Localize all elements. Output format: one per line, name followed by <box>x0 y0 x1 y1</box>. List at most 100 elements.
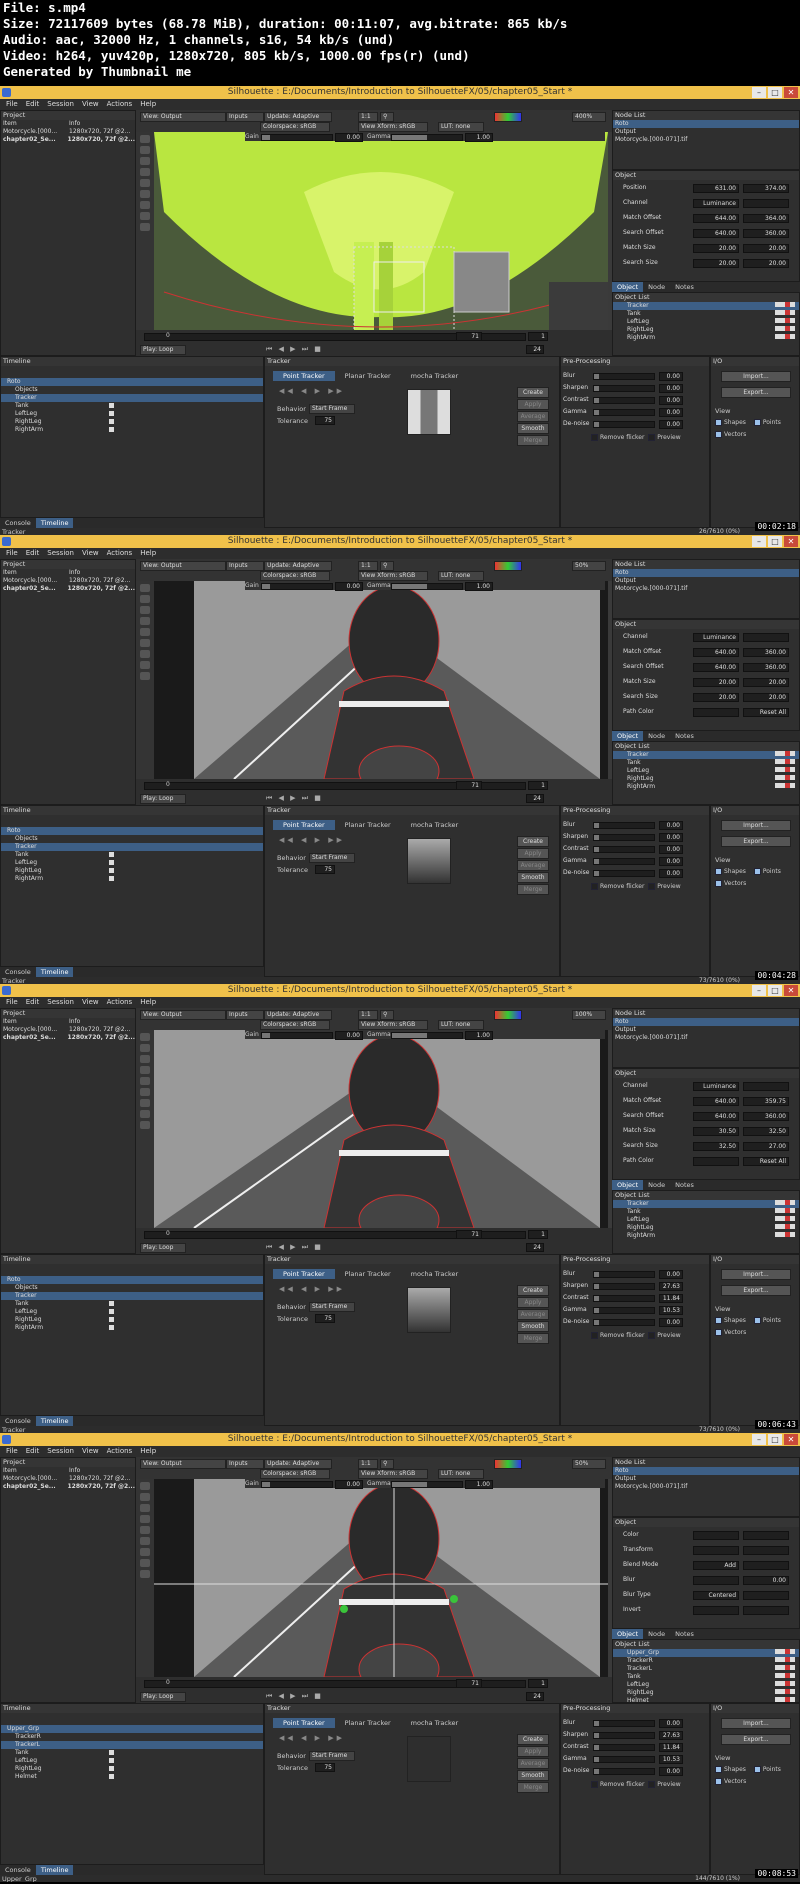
timeline-row[interactable]: Objects <box>1 835 263 843</box>
tab-object[interactable]: Object <box>612 1629 644 1639</box>
timeline-row[interactable]: TrackerL <box>1 1741 263 1749</box>
timeline-row[interactable]: Roto <box>1 378 263 386</box>
tab-object[interactable]: Object <box>612 731 644 741</box>
menu-edit[interactable]: Edit <box>26 997 40 1008</box>
ratio-select[interactable]: 1:1 <box>358 1459 378 1469</box>
transform-tool-icon[interactable] <box>140 1044 150 1052</box>
prep-value[interactable]: 0.00 <box>659 845 683 854</box>
tracker-tool-icon[interactable] <box>140 1570 150 1578</box>
shapes-checkbox[interactable] <box>715 419 722 426</box>
gain-value[interactable]: 0.00 <box>335 133 363 142</box>
timeline-row[interactable]: RightLeg <box>1 867 263 875</box>
paint-tool-icon[interactable] <box>140 661 150 669</box>
tab-console[interactable]: Console <box>0 1416 36 1426</box>
timeline-row[interactable]: Objects <box>1 386 263 394</box>
create-button[interactable]: Create <box>517 387 549 398</box>
property-value-b[interactable]: 32.50 <box>743 1127 789 1136</box>
points-checkbox[interactable] <box>753 1766 761 1773</box>
inputs-select[interactable]: Inputs <box>226 112 264 122</box>
list-item[interactable]: chapter02_Se... 1280x720, 72f @2... <box>1 1034 135 1042</box>
property-value-a[interactable]: Luminance <box>693 1082 739 1091</box>
play-mode-select[interactable]: Play: Loop <box>140 1692 186 1702</box>
points-checkbox[interactable] <box>753 868 761 875</box>
prep-value[interactable]: 11.84 <box>659 1743 683 1752</box>
object-list-item[interactable]: LeftLeg <box>613 318 799 326</box>
object-toggles-icon[interactable] <box>775 310 795 318</box>
timeline-row[interactable]: LeftLeg <box>1 1757 263 1765</box>
inputs-select[interactable]: Inputs <box>226 561 264 571</box>
ratio-select[interactable]: 1:1 <box>358 1010 378 1020</box>
object-toggles-icon[interactable] <box>775 1224 795 1232</box>
object-toggles-icon[interactable] <box>775 759 795 767</box>
merge-button[interactable]: Merge <box>517 884 549 895</box>
remove-flicker-checkbox[interactable] <box>591 883 598 890</box>
list-item[interactable]: chapter02_Se... 1280x720, 72f @2... <box>1 1483 135 1491</box>
gain-slider[interactable] <box>261 1032 333 1039</box>
timeline-row[interactable]: Helmet <box>1 1773 263 1781</box>
gamma-value[interactable]: 1.00 <box>465 133 493 142</box>
average-button[interactable]: Average <box>517 1309 549 1320</box>
paint-tool-icon[interactable] <box>140 1559 150 1567</box>
bspline-tool-icon[interactable] <box>140 157 150 165</box>
gamma-slider[interactable] <box>391 583 463 590</box>
fps-value[interactable]: 24 <box>526 345 544 354</box>
frame-end[interactable]: 1 <box>528 332 548 341</box>
tolerance-value[interactable]: 75 <box>315 1314 335 1323</box>
zoom-select[interactable]: 100% <box>572 1010 606 1020</box>
menu-actions[interactable]: Actions <box>107 548 133 559</box>
property-value-a[interactable]: Luminance <box>693 633 739 642</box>
bspline-tool-icon[interactable] <box>140 1055 150 1063</box>
prep-value[interactable]: 0.00 <box>659 1719 683 1728</box>
smooth-button[interactable]: Smooth <box>517 423 549 434</box>
bezier-tool-icon[interactable] <box>140 168 150 176</box>
property-value-a[interactable]: 640.00 <box>693 1097 739 1106</box>
tracker-tool-icon[interactable] <box>140 223 150 231</box>
circle-tool-icon[interactable] <box>140 190 150 198</box>
object-toggles-icon[interactable] <box>775 318 795 326</box>
menu-file[interactable]: File <box>6 1446 18 1457</box>
menu-session[interactable]: Session <box>47 1446 74 1457</box>
colorspace-select[interactable]: Colorspace: sRGB <box>260 1020 330 1030</box>
frame-current[interactable]: 71 <box>456 1230 482 1239</box>
list-item[interactable]: Motorcycle.[000... 1280x720, 72f @2... <box>1 577 135 585</box>
timeline-row[interactable]: Roto <box>1 827 263 835</box>
property-value-a[interactable]: 631.00 <box>693 184 739 193</box>
paint-tool-icon[interactable] <box>140 212 150 220</box>
property-value-b[interactable] <box>743 1606 789 1615</box>
object-list-item[interactable]: RightArm <box>613 1232 799 1240</box>
object-toggles-icon[interactable] <box>775 775 795 783</box>
frame-end[interactable]: 1 <box>528 1679 548 1688</box>
menu-actions[interactable]: Actions <box>107 997 133 1008</box>
timeline-row[interactable]: Roto <box>1 1276 263 1284</box>
property-value-a[interactable]: 640.00 <box>693 1112 739 1121</box>
node-item[interactable]: Roto <box>613 120 799 128</box>
menu-edit[interactable]: Edit <box>26 1446 40 1457</box>
update-select[interactable]: Update: Adaptive <box>264 1010 332 1020</box>
tab-timeline[interactable]: Timeline <box>35 1865 74 1875</box>
prep-slider[interactable] <box>593 1271 655 1278</box>
timeline-row[interactable]: RightArm <box>1 1324 263 1332</box>
node-item[interactable]: Roto <box>613 569 799 577</box>
prep-value[interactable]: 10.53 <box>659 1306 683 1315</box>
select-tool-icon[interactable] <box>140 135 150 143</box>
fps-value[interactable]: 24 <box>526 1692 544 1701</box>
view-xform-select[interactable]: View Xform: sRGB <box>358 1020 428 1030</box>
maximize-icon[interactable]: □ <box>768 536 782 547</box>
property-value-a[interactable] <box>693 708 739 717</box>
menu-file[interactable]: File <box>6 99 18 110</box>
property-value-b[interactable] <box>743 1546 789 1555</box>
minimize-icon[interactable]: – <box>752 985 766 996</box>
prep-value[interactable]: 0.00 <box>659 372 683 381</box>
frame-current[interactable]: 71 <box>456 781 482 790</box>
menu-view[interactable]: View <box>82 99 99 110</box>
property-value-b[interactable] <box>743 1561 789 1570</box>
export-button[interactable]: Export... <box>721 1285 791 1296</box>
tab-console[interactable]: Console <box>0 967 36 977</box>
transport-controls-icon[interactable]: ⏮ ◀ ▶ ⏭ ■ <box>266 1692 323 1701</box>
node-item[interactable]: Roto <box>613 1467 799 1475</box>
timeline-row[interactable]: Tracker <box>1 394 263 402</box>
zoom-select[interactable]: 50% <box>572 1459 606 1469</box>
property-value-a[interactable]: 32.50 <box>693 1142 739 1151</box>
prep-value[interactable]: 11.84 <box>659 1294 683 1303</box>
points-checkbox[interactable] <box>753 419 761 426</box>
